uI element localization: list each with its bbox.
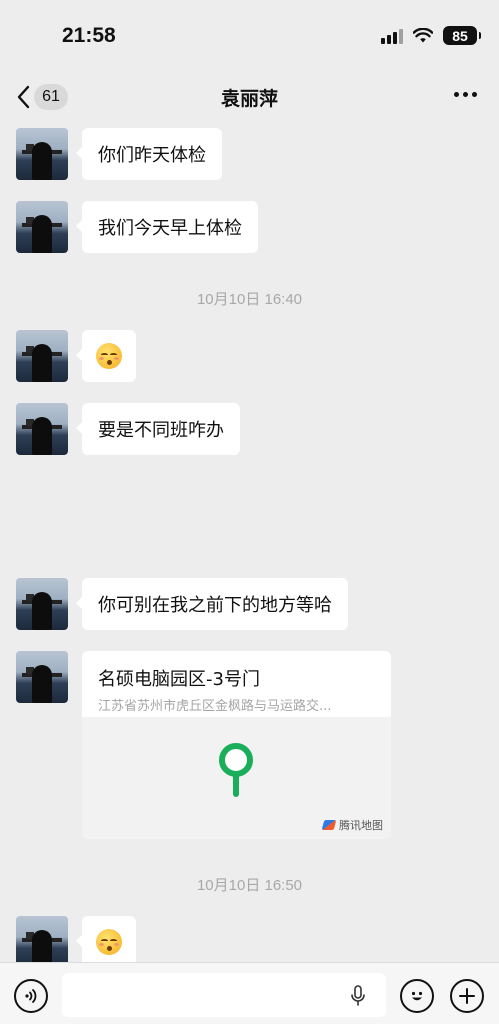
avatar[interactable] xyxy=(16,403,68,455)
message-timestamp: 10月10日 16:50 xyxy=(196,877,303,894)
input-bar xyxy=(0,962,499,1024)
avatar[interactable] xyxy=(16,128,68,180)
avatar[interactable] xyxy=(16,916,68,962)
tencent-map-logo-icon xyxy=(321,820,337,830)
avatar[interactable] xyxy=(16,201,68,253)
message-row: 要是不同班咋办 xyxy=(16,403,240,455)
chat-messages[interactable]: 你们昨天体检 我们今天早上体检 10月10日 16:40 要是不同班咋办 你可别… xyxy=(0,122,499,962)
avatar[interactable] xyxy=(16,651,68,703)
wifi-icon xyxy=(413,27,433,42)
battery-indicator: 85 xyxy=(443,26,481,45)
voice-icon xyxy=(25,989,37,1003)
status-icons: 85 xyxy=(381,26,481,45)
location-map: 腾讯地图 xyxy=(82,717,391,839)
message-row: 你可别在我之前下的地方等哈 xyxy=(16,578,348,630)
message-row: 名硕电脑园区-3号门 江苏省苏州市虎丘区金枫路与马运路交... 腾讯地图 xyxy=(16,651,391,839)
message-row xyxy=(16,330,136,382)
message-bubble[interactable]: 你可别在我之前下的地方等哈 xyxy=(76,578,348,630)
flushed-face-emoji-icon xyxy=(96,929,122,955)
cellular-signal-icon xyxy=(381,28,403,44)
microphone-icon[interactable] xyxy=(350,985,366,1007)
message-bubble[interactable] xyxy=(76,330,136,382)
map-brand-label: 腾讯地图 xyxy=(339,819,383,832)
emoji-icon xyxy=(411,991,423,1001)
location-card[interactable]: 名硕电脑园区-3号门 江苏省苏州市虎丘区金枫路与马运路交... 腾讯地图 xyxy=(82,651,391,839)
message-timestamp: 10月10日 16:40 xyxy=(196,291,303,308)
flushed-face-emoji-icon xyxy=(96,343,122,369)
location-title: 名硕电脑园区-3号门 xyxy=(98,669,260,690)
message-row: 我们今天早上体检 xyxy=(16,201,258,253)
message-bubble[interactable] xyxy=(76,916,136,962)
more-options-icon[interactable] xyxy=(454,92,477,97)
message-row: 你们昨天体检 xyxy=(16,128,222,180)
map-brand: 腾讯地图 xyxy=(321,817,383,833)
message-bubble[interactable]: 你们昨天体检 xyxy=(76,128,222,180)
nav-bar: 61 袁丽萍 xyxy=(0,72,499,122)
avatar[interactable] xyxy=(16,578,68,630)
message-input[interactable] xyxy=(62,973,386,1017)
more-actions-button[interactable] xyxy=(450,979,484,1013)
voice-toggle-button[interactable] xyxy=(14,979,48,1013)
status-bar: 21:58 85 xyxy=(0,0,499,72)
location-address: 江苏省苏州市虎丘区金枫路与马运路交... xyxy=(98,699,332,714)
message-row xyxy=(16,916,136,962)
plus-icon xyxy=(459,988,475,1004)
map-pin-icon xyxy=(219,743,253,777)
message-bubble[interactable]: 我们今天早上体检 xyxy=(76,201,258,253)
avatar[interactable] xyxy=(16,330,68,382)
message-bubble[interactable]: 要是不同班咋办 xyxy=(76,403,240,455)
emoji-button[interactable] xyxy=(400,979,434,1013)
chat-title: 袁丽萍 xyxy=(220,88,278,110)
status-time: 21:58 xyxy=(62,24,116,47)
